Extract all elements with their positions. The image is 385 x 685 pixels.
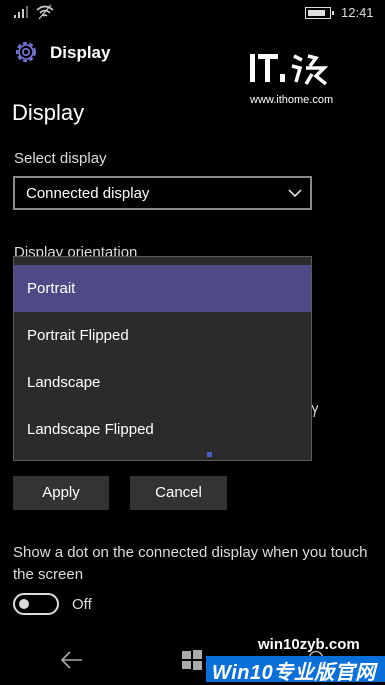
orientation-option-landscape-flipped[interactable]: Landscape Flipped [14,406,311,453]
apply-button[interactable]: Apply [13,476,109,510]
chevron-down-icon [288,189,302,197]
orientation-option-portrait[interactable]: Portrait [14,265,311,312]
occluded-link-fragment [207,452,212,457]
orientation-option-portrait-flipped[interactable]: Portrait Flipped [14,312,311,359]
page-title: Display [12,100,85,125]
gear-icon [16,42,36,62]
toggle-knob [19,599,29,609]
watermark-site: win10zyb.com [258,636,360,653]
touch-dot-toggle[interactable] [13,593,59,615]
cancel-button[interactable]: Cancel [130,476,227,510]
status-time: 12:41 [341,5,374,20]
battery-icon [305,7,334,19]
app-title: Display [50,43,111,62]
occluded-text-fragment [312,405,318,417]
watermark-banner-text: Win10专业版官网 [212,662,376,684]
back-arrow-icon[interactable] [60,649,84,671]
select-display-label: Select display [14,150,107,167]
wifi-icon [36,4,54,20]
orientation-option-landscape[interactable]: Landscape [14,359,311,406]
select-display-value: Connected display [26,185,150,202]
status-bar: 12:41 [0,0,385,26]
watermark-url: www.ithome.com [250,94,334,106]
select-display-dropdown[interactable]: Connected display [13,176,312,210]
signal-icon [14,6,30,18]
orientation-dropdown-list: Portrait Portrait Flipped Landscape Land… [13,256,312,461]
touch-dot-toggle-state: Off [72,596,92,613]
ithome-logo [250,54,329,86]
touch-dot-description: Show a dot on the connected display when… [13,544,368,583]
windows-start-icon[interactable] [181,649,203,671]
